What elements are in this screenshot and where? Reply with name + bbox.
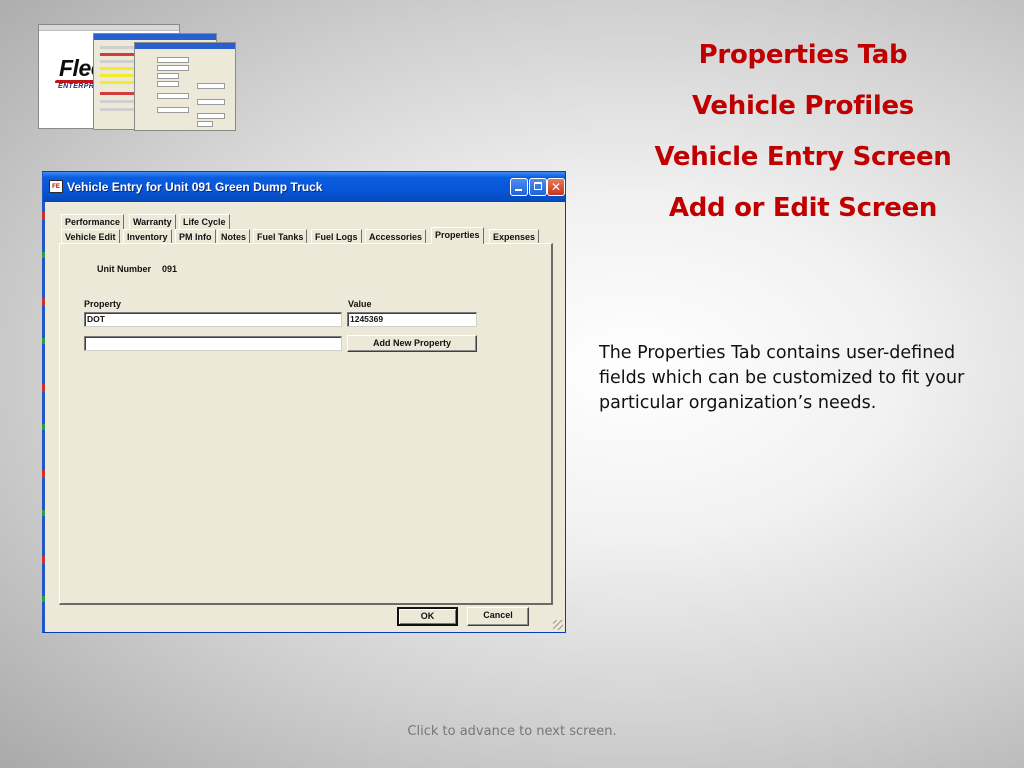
property-column-header: Property xyxy=(84,299,122,309)
maximize-icon xyxy=(534,182,542,190)
value-field[interactable]: 1245369 xyxy=(347,312,477,327)
slide-description: The Properties Tab contains user-defined… xyxy=(599,343,965,413)
title-add-or-edit-screen: Add or Edit Screen xyxy=(668,193,938,223)
form-screenshot-thumbnail xyxy=(134,42,236,131)
ok-button[interactable]: OK xyxy=(397,607,458,626)
title-vehicle-entry-screen: Vehicle Entry Screen xyxy=(654,142,952,172)
tab-life-cycle[interactable]: Life Cycle xyxy=(179,214,230,229)
unit-number-value: 091 xyxy=(162,264,178,274)
properties-panel: Unit Number 091 Property Value DOT 12453… xyxy=(59,243,553,605)
add-new-property-button[interactable]: Add New Property xyxy=(347,335,477,352)
tab-vehicle-edit[interactable]: Vehicle Edit xyxy=(61,229,120,244)
tab-properties[interactable]: Properties xyxy=(431,227,484,244)
tab-accessories[interactable]: Accessories xyxy=(365,229,427,244)
resize-grip-icon[interactable] xyxy=(553,620,563,630)
close-button[interactable]: ✕ xyxy=(547,178,565,196)
minimize-button[interactable] xyxy=(510,178,528,196)
cancel-button[interactable]: Cancel xyxy=(467,607,529,626)
tab-fuel-tanks[interactable]: Fuel Tanks xyxy=(253,229,308,244)
vehicle-entry-window: FE Vehicle Entry for Unit 091 Green Dump… xyxy=(42,171,566,633)
tab-fuel-logs[interactable]: Fuel Logs xyxy=(311,229,362,244)
tab-notes[interactable]: Notes xyxy=(217,229,251,244)
title-properties-tab: Properties Tab xyxy=(698,40,908,70)
title-vehicle-profiles: Vehicle Profiles xyxy=(692,91,914,121)
tab-pm-info[interactable]: PM Info xyxy=(175,229,216,244)
new-property-field[interactable] xyxy=(84,336,342,351)
value-column-header: Value xyxy=(348,299,372,309)
slide-titles: Properties Tab Vehicle Profiles Vehicle … xyxy=(620,30,986,234)
close-icon: ✕ xyxy=(550,180,562,194)
window-title: Vehicle Entry for Unit 091 Green Dump Tr… xyxy=(67,180,323,194)
unit-number-label: Unit Number xyxy=(97,264,151,274)
tab-expenses[interactable]: Expenses xyxy=(489,229,540,244)
minimize-icon xyxy=(515,189,522,191)
window-titlebar[interactable]: FE Vehicle Entry for Unit 091 Green Dump… xyxy=(43,172,565,202)
background-window-edge xyxy=(42,172,45,632)
maximize-button[interactable] xyxy=(529,178,547,196)
advance-hint[interactable]: Click to advance to next screen. xyxy=(0,724,1024,739)
tab-performance[interactable]: Performance xyxy=(61,214,125,229)
tab-warranty[interactable]: Warranty xyxy=(129,214,176,229)
tab-inventory[interactable]: Inventory xyxy=(123,229,172,244)
property-field[interactable]: DOT xyxy=(84,312,342,327)
thumbnail-collage: Flee ENTERPRIS xyxy=(38,24,238,131)
fleet-app-icon[interactable]: FE xyxy=(49,180,63,193)
